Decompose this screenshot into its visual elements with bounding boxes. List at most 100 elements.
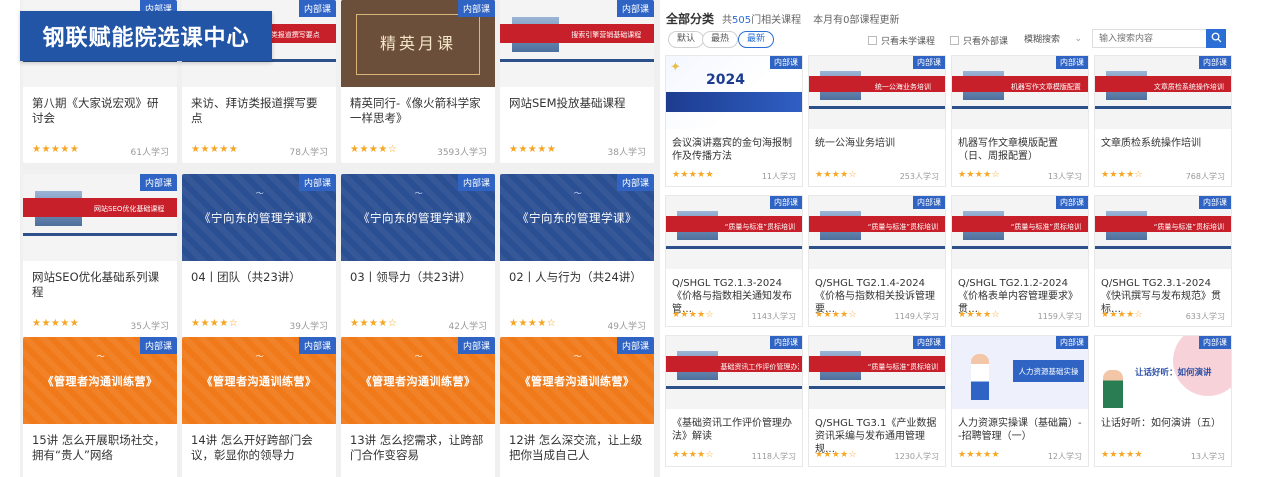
thumb-caption: 统一公海业务培训 bbox=[874, 82, 931, 91]
course-card[interactable]: 〜《宁向东的管理学课》 内部课 02丨人与行为（共24讲） ★★★★☆ 49人学… bbox=[500, 174, 654, 337]
learner-count: 768人学习 bbox=[1185, 172, 1225, 181]
thumb-caption: 人力资源基础实操 bbox=[1013, 360, 1084, 382]
learner-count: 1149人学习 bbox=[894, 312, 939, 321]
learner-count: 253人学习 bbox=[899, 172, 939, 181]
internal-course-badge: 内部课 bbox=[913, 336, 945, 349]
internal-course-badge: 内部课 bbox=[139, 337, 177, 354]
course-card[interactable]: ✦ 2024 内部课 会议演讲嘉宾的金句海报制作及传播方法 ★★★★★ 11人学习 bbox=[665, 55, 803, 187]
internal-course-badge: 内部课 bbox=[1199, 336, 1231, 349]
external-only-checkbox[interactable]: 只看外部课 bbox=[950, 34, 1008, 47]
course-card[interactable]: 文章质检系统操作培训 内部课 文章质检系统操作培训 ★★★★☆ 768人学习 bbox=[1094, 55, 1232, 187]
course-card[interactable]: 〜《管理者沟通训练营》 内部课 15讲 怎么开展职场社交，拥有“贵人”网络 ★★… bbox=[23, 337, 177, 477]
learner-count: 38人学习 bbox=[607, 148, 646, 158]
course-title[interactable]: 网站SEO优化基础系列课程 bbox=[32, 270, 167, 300]
thumb-caption: 文章质检系统操作培训 bbox=[1153, 82, 1224, 91]
learner-count: 13人学习 bbox=[1047, 172, 1082, 181]
course-title[interactable]: 第八期《大家说宏观》研讨会 bbox=[32, 96, 167, 126]
learner-count: 49人学习 bbox=[607, 322, 646, 332]
rating-stars: ★★★★☆ bbox=[815, 310, 857, 320]
course-title[interactable]: 文章质检系统操作培训 bbox=[1101, 137, 1225, 150]
course-title[interactable]: 机器写作文章模版配置（日、周报配置） bbox=[958, 137, 1082, 163]
course-card[interactable]: 〜《宁向东的管理学课》 内部课 04丨团队（共23讲） ★★★★☆ 39人学习 bbox=[182, 174, 336, 337]
course-card[interactable]: 〜《管理者沟通训练营》 内部课 14讲 怎么开好跨部门会议，彰显你的领导力 ★★… bbox=[182, 337, 336, 477]
sort-default-button[interactable]: 默认 bbox=[668, 31, 705, 48]
checkbox-label: 只看未学课程 bbox=[881, 37, 936, 47]
course-title[interactable]: 15讲 怎么开展职场社交，拥有“贵人”网络 bbox=[32, 433, 167, 463]
internal-course-badge: 内部课 bbox=[298, 0, 336, 17]
rating-stars: ★★★★★ bbox=[32, 144, 80, 155]
internal-course-badge: 内部课 bbox=[1199, 196, 1231, 209]
learner-count: 13人学习 bbox=[1190, 452, 1225, 461]
course-title[interactable]: 网站SEM投放基础课程 bbox=[509, 96, 644, 111]
course-title[interactable]: 04丨团队（共23讲） bbox=[191, 270, 326, 285]
search-input[interactable] bbox=[1092, 29, 1206, 48]
checkbox-box[interactable] bbox=[868, 36, 877, 45]
internal-course-badge: 内部课 bbox=[913, 56, 945, 69]
course-title[interactable]: 让话好听：如何演讲（五） bbox=[1101, 417, 1225, 430]
internal-course-badge: 内部课 bbox=[616, 174, 654, 191]
course-card[interactable]: “质量与标准”贯标培训 内部课 Q/SHGL TG2.1.3-2024《价格与指… bbox=[665, 195, 803, 327]
thumb-caption: “质量与标准”贯标培训 bbox=[1153, 222, 1224, 231]
course-card[interactable]: 网站SEO优化基础课程 内部课 网站SEO优化基础系列课程 ★★★★★ 35人学… bbox=[23, 174, 177, 337]
thumb-caption: 机器写作文章模版配置 bbox=[1010, 82, 1081, 91]
course-card[interactable]: 搜索引擎营销基础课程 内部课 网站SEM投放基础课程 ★★★★★ 38人学习 bbox=[500, 0, 654, 163]
internal-course-badge: 内部课 bbox=[457, 337, 495, 354]
thumb-caption: “质量与标准”贯标培训 bbox=[724, 222, 795, 231]
person-illustration-icon bbox=[1103, 370, 1123, 408]
rating-stars: ★★★★☆ bbox=[672, 450, 714, 460]
sort-newest-button[interactable]: 最新 bbox=[738, 31, 775, 48]
search-button[interactable] bbox=[1206, 29, 1226, 48]
unlearned-only-checkbox[interactable]: 只看未学课程 bbox=[868, 34, 935, 47]
course-card[interactable]: 人力资源基础实操 内部课 人力资源实操课（基础篇）--招聘管理（一） ★★★★★… bbox=[951, 335, 1089, 467]
search-mode-select[interactable]: 模糊搜索 ⌄ bbox=[1020, 29, 1086, 48]
thumb-caption: 《管理者沟通训练营》 bbox=[519, 375, 635, 388]
left-course-panel: 内部课 第八期《大家说宏观》研讨会 ★★★★★ 61人学习 拜访类报道撰写要点 … bbox=[20, 0, 660, 477]
rating-stars: ★★★★☆ bbox=[350, 144, 398, 155]
learner-count: 78人学习 bbox=[289, 148, 328, 158]
internal-course-badge: 内部课 bbox=[1056, 56, 1088, 69]
course-title[interactable]: 02丨人与行为（共24讲） bbox=[509, 270, 644, 285]
course-title[interactable]: 13讲 怎么挖需求，让跨部门合作变容易 bbox=[350, 433, 485, 463]
total-count: 505 bbox=[732, 15, 752, 26]
rating-stars: ★★★★★ bbox=[672, 170, 714, 180]
rating-stars: ★★★★★ bbox=[191, 144, 239, 155]
thumb-caption: “质量与标准”贯标培训 bbox=[867, 222, 938, 231]
learner-count: 39人学习 bbox=[289, 322, 328, 332]
course-card[interactable]: “质量与标准”贯标培训 内部课 Q/SHGL TG2.3.1-2024《快讯撰写… bbox=[1094, 195, 1232, 327]
rating-stars: ★★★★☆ bbox=[815, 170, 857, 180]
course-title[interactable]: 《基础资讯工作评价管理办法》解读 bbox=[672, 417, 796, 443]
rating-stars: ★★★★☆ bbox=[958, 170, 1000, 180]
course-card[interactable]: 〜《管理者沟通训练营》 内部课 13讲 怎么挖需求，让跨部门合作变容易 ★★★★… bbox=[341, 337, 495, 477]
course-title[interactable]: 14讲 怎么开好跨部门会议，彰显你的领导力 bbox=[191, 433, 326, 463]
course-title[interactable]: 12讲 怎么深交流，让上级把你当成自己人 bbox=[509, 433, 644, 463]
rating-stars: ★★★★☆ bbox=[191, 318, 239, 329]
all-categories-label[interactable]: 全部分类 bbox=[666, 10, 714, 27]
course-card[interactable]: “质量与标准”贯标培训 内部课 Q/SHGL TG2.1.2-2024《价格表单… bbox=[951, 195, 1089, 327]
course-title[interactable]: 统一公海业务培训 bbox=[815, 137, 939, 150]
thumb-caption: 2024 bbox=[706, 72, 745, 88]
search-icon bbox=[1211, 32, 1222, 46]
person-illustration-icon bbox=[971, 354, 990, 400]
learner-count: 42人学习 bbox=[448, 322, 487, 332]
course-card[interactable]: “质量与标准”贯标培训 内部课 Q/SHGL TG3.1《产业数据资讯采编与发布… bbox=[808, 335, 946, 467]
thumb-caption: “质量与标准”贯标培训 bbox=[867, 362, 938, 371]
course-title[interactable]: 精英同行-《像火箭科学家一样思考》 bbox=[350, 96, 485, 126]
course-card[interactable]: 机器写作文章模版配置 内部课 机器写作文章模版配置（日、周报配置） ★★★★☆ … bbox=[951, 55, 1089, 187]
course-card[interactable]: 让话好听：如何演讲 内部课 让话好听：如何演讲（五） ★★★★★ 13人学习 bbox=[1094, 335, 1232, 467]
course-card[interactable]: 精英月课 内部课 精英同行-《像火箭科学家一样思考》 ★★★★☆ 3593人学习 bbox=[341, 0, 495, 163]
internal-course-badge: 内部课 bbox=[1056, 336, 1088, 349]
sort-hot-button[interactable]: 最热 bbox=[702, 31, 739, 48]
course-card[interactable]: “质量与标准”贯标培训 内部课 Q/SHGL TG2.1.4-2024《价格与指… bbox=[808, 195, 946, 327]
rating-stars: ★★★★☆ bbox=[1101, 170, 1143, 180]
course-card[interactable]: 〜《管理者沟通训练营》 内部课 12讲 怎么深交流，让上级把你当成自己人 ★★★… bbox=[500, 337, 654, 477]
course-card[interactable]: 基础资讯工作评价管理办法 内部课 《基础资讯工作评价管理办法》解读 ★★★★☆ … bbox=[665, 335, 803, 467]
course-card[interactable]: 统一公海业务培训 内部课 统一公海业务培训 ★★★★☆ 253人学习 bbox=[808, 55, 946, 187]
total-prefix: 共 bbox=[722, 15, 733, 26]
course-title[interactable]: 03丨领导力（共23讲） bbox=[350, 270, 485, 285]
course-title[interactable]: 人力资源实操课（基础篇）--招聘管理（一） bbox=[958, 417, 1082, 443]
course-title[interactable]: 会议演讲嘉宾的金句海报制作及传播方法 bbox=[672, 137, 796, 163]
checkbox-box[interactable] bbox=[950, 36, 959, 45]
course-card[interactable]: 〜《宁向东的管理学课》 内部课 03丨领导力（共23讲） ★★★★☆ 42人学习 bbox=[341, 174, 495, 337]
learner-count: 35人学习 bbox=[130, 322, 169, 332]
course-title[interactable]: 来访、拜访类报道撰写要点 bbox=[191, 96, 326, 126]
